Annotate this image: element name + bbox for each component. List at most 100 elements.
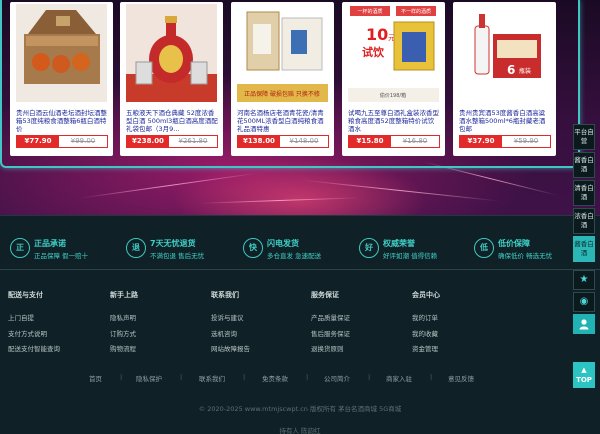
bottom-nav: 首页 | 隐私保护 | 联系我们 | 免责条款 | 公司简介 | 商家入驻 | …	[0, 373, 600, 387]
footer-column-title: 新手上路	[110, 291, 138, 299]
holder: 持有人 陈韵红	[279, 427, 321, 434]
product-card[interactable]: 一杯的酒质 不一样的酒质 10 元 试饮 偷价198/箱 试喝九五至尊白酒礼盒装…	[342, 2, 445, 156]
footer-column: 配送与支付 上门自提 支付方式说明 配送支付智能查询	[8, 290, 60, 358]
promise-title: 闪电发货	[267, 239, 299, 248]
product-image[interactable]	[16, 4, 107, 102]
image-banner-text: 正品保障 破损包赔 只换不修	[244, 90, 320, 98]
product-price: ¥77.90	[17, 136, 59, 147]
footer-link[interactable]: 隐私声明	[110, 311, 138, 327]
footer-column: 联系我们 投诉与建议 选机咨询 网站故障报告	[211, 290, 250, 358]
bottom-nav-link[interactable]: 免责条款	[262, 373, 288, 383]
nav-separator: |	[306, 373, 309, 381]
footer-link[interactable]: 投诉与建议	[211, 311, 250, 327]
hero-background: 贵州白酒云仙酒老坛酒封坛酒整箱53度纯粮食酒整箱6瓶白酒特价 ¥77.90 ¥9…	[0, 0, 600, 215]
promise-icon: 低	[474, 238, 494, 258]
product-image[interactable]	[126, 4, 217, 102]
footer-column-title: 服务保证	[311, 291, 339, 299]
promise-sub: 好评如潮 值得信赖	[383, 252, 438, 260]
arrow-up-icon: ▲	[581, 366, 587, 374]
product-price: ¥238.00	[127, 136, 169, 147]
product-old-price: ¥59.90	[513, 137, 539, 145]
product-card[interactable]: 贵州白酒云仙酒老坛酒封坛酒整箱53度纯粮食酒整箱6瓶白酒特价 ¥77.90 ¥9…	[10, 2, 113, 156]
price-box: ¥238.00 ¥261.80	[126, 135, 218, 148]
product-old-price: ¥261.80	[178, 137, 208, 145]
product-name[interactable]: 试喝九五至尊白酒礼盒装浓香型粮食高度酒52度整箱特价试饮酒水	[348, 109, 440, 133]
bottom-nav-link[interactable]: 隐私保护	[136, 373, 162, 383]
image-tag-left: 一杯的酒质	[357, 8, 382, 15]
promise-sub: 不满包退 售后无忧	[150, 252, 205, 260]
product-old-price: ¥148.00	[289, 137, 319, 145]
promise-title: 7天无忧退货	[150, 239, 196, 248]
star-icon[interactable]: ★	[573, 270, 595, 290]
product-price: ¥138.00	[238, 136, 280, 147]
user-icon[interactable]	[573, 314, 595, 334]
footer-link[interactable]: 我的收藏	[412, 327, 440, 343]
image-big: 试饮	[362, 45, 385, 59]
bottom-nav-link[interactable]: 公司简介	[324, 373, 350, 383]
image-num: 10	[366, 25, 388, 44]
product-name[interactable]: 贵州贵宾酒53度酱香白酒高粱酒水整箱500ml*6瓶封藏老酒包邮	[459, 109, 551, 133]
image-bottom: 偷价198/箱	[380, 92, 406, 99]
promise-sub: 多仓直发 急速配送	[267, 252, 322, 260]
product-card[interactable]: 五粮液天下酒仓典藏 52度浓香型白酒 500ml3瓶白酒高度酒配礼袋包邮（3月9…	[120, 2, 223, 156]
footer-link[interactable]: 网站故障报告	[211, 342, 250, 358]
promise-icon: 快	[243, 238, 263, 258]
price-box: ¥37.90 ¥59.90	[459, 135, 551, 148]
sidebar-category[interactable]: 平台自营	[573, 124, 595, 150]
promise-title: 低价保障	[498, 239, 530, 248]
footer-link[interactable]: 订购方式	[110, 327, 138, 343]
product-name[interactable]: 河南名酒杨店老酒青花瓷/清青花500ML浓香型白酒纯粮食酒礼品酒特惠	[237, 109, 329, 133]
footer-column-title: 会员中心	[412, 291, 440, 299]
image-num: 6	[507, 63, 515, 77]
footer-link[interactable]: 资金管理	[412, 342, 440, 358]
promise-icon: 退	[126, 238, 146, 258]
footer-column: 新手上路 隐私声明 订购方式 购物流程	[110, 290, 138, 358]
promise-title: 正品承诺	[34, 239, 66, 248]
bottom-nav-link[interactable]: 意见反馈	[448, 373, 474, 383]
footer-link[interactable]: 购物流程	[110, 342, 138, 358]
product-name[interactable]: 五粮液天下酒仓典藏 52度浓香型白酒 500ml3瓶白酒高度酒配礼袋包邮（3月9…	[126, 109, 218, 133]
footer-column: 会员中心 我的订单 我的收藏 资金管理	[412, 290, 440, 358]
footer-link[interactable]: 支付方式说明	[8, 327, 60, 343]
bottom-nav-link[interactable]: 商家入驻	[386, 373, 412, 383]
nav-separator: |	[180, 373, 183, 381]
back-to-top-button[interactable]: ▲ TOP	[573, 362, 595, 388]
nav-separator: |	[243, 373, 246, 381]
sidebar-category[interactable]: 酱香白酒	[573, 152, 595, 178]
eye-icon[interactable]: ◉	[573, 292, 595, 312]
image-tag-right: 不一样的酒质	[401, 8, 431, 15]
footer-link[interactable]: 选机咨询	[211, 327, 250, 343]
product-old-price: ¥99.00	[70, 137, 96, 145]
promise-bar: 正 正品承诺 正品保障 假一赔十 退 7天无忧退货 不满包退 售后无忧 快 闪电…	[0, 215, 600, 270]
sidebar-category[interactable]: 酱香白酒	[573, 236, 595, 262]
bottom-nav-link[interactable]: 首页	[89, 373, 102, 383]
footer-column: 服务保证 产品质量保证 售后服务保证 退换货原则	[311, 290, 350, 358]
sidebar-category[interactable]: 浓香白酒	[573, 208, 595, 234]
product-image[interactable]: 一杯的酒质 不一样的酒质 10 元 试饮 偷价198/箱	[348, 4, 439, 102]
product-image[interactable]: 6 瓶装	[459, 4, 550, 102]
footer-column-title: 联系我们	[211, 291, 239, 299]
sidebar-category[interactable]: 清香白酒	[573, 180, 595, 206]
nav-separator: |	[120, 373, 123, 381]
product-old-price: ¥16.80	[402, 137, 428, 145]
bottom-nav-link[interactable]: 联系我们	[199, 373, 225, 383]
product-card[interactable]: 6 瓶装 贵州贵宾酒53度酱香白酒高粱酒水整箱500ml*6瓶封藏老酒包邮 ¥3…	[453, 2, 556, 156]
product-image[interactable]: 正品保障 破损包赔 只换不修	[237, 4, 328, 102]
footer-link[interactable]: 退换货原则	[311, 342, 350, 358]
footer-link[interactable]: 上门自提	[8, 311, 60, 327]
promise-sub: 正品保障 假一赔十	[34, 252, 89, 260]
back-to-top-label: TOP	[576, 376, 592, 384]
price-box: ¥138.00 ¥148.00	[237, 135, 329, 148]
copyright: © 2020-2025 www.mtmjscwpt.cn 版权所有 茅台名酒商城…	[198, 405, 402, 413]
footer-link[interactable]: 配送支付智能查询	[8, 342, 60, 358]
footer-link[interactable]: 我的订单	[412, 311, 440, 327]
price-box: ¥77.90 ¥99.00	[16, 135, 108, 148]
product-name[interactable]: 贵州白酒云仙酒老坛酒封坛酒整箱53度纯粮食酒整箱6瓶白酒特价	[16, 109, 108, 133]
product-price: ¥15.80	[349, 136, 391, 147]
promise-icon: 正	[10, 238, 30, 258]
footer-link[interactable]: 产品质量保证	[311, 311, 350, 327]
footer-link[interactable]: 售后服务保证	[311, 327, 350, 343]
nav-separator: |	[368, 373, 371, 381]
site-footer: 正 正品承诺 正品保障 假一赔十 退 7天无忧退货 不满包退 售后无忧 快 闪电…	[0, 215, 600, 434]
product-card[interactable]: 正品保障 破损包赔 只换不修 河南名酒杨店老酒青花瓷/清青花500ML浓香型白酒…	[231, 2, 334, 156]
